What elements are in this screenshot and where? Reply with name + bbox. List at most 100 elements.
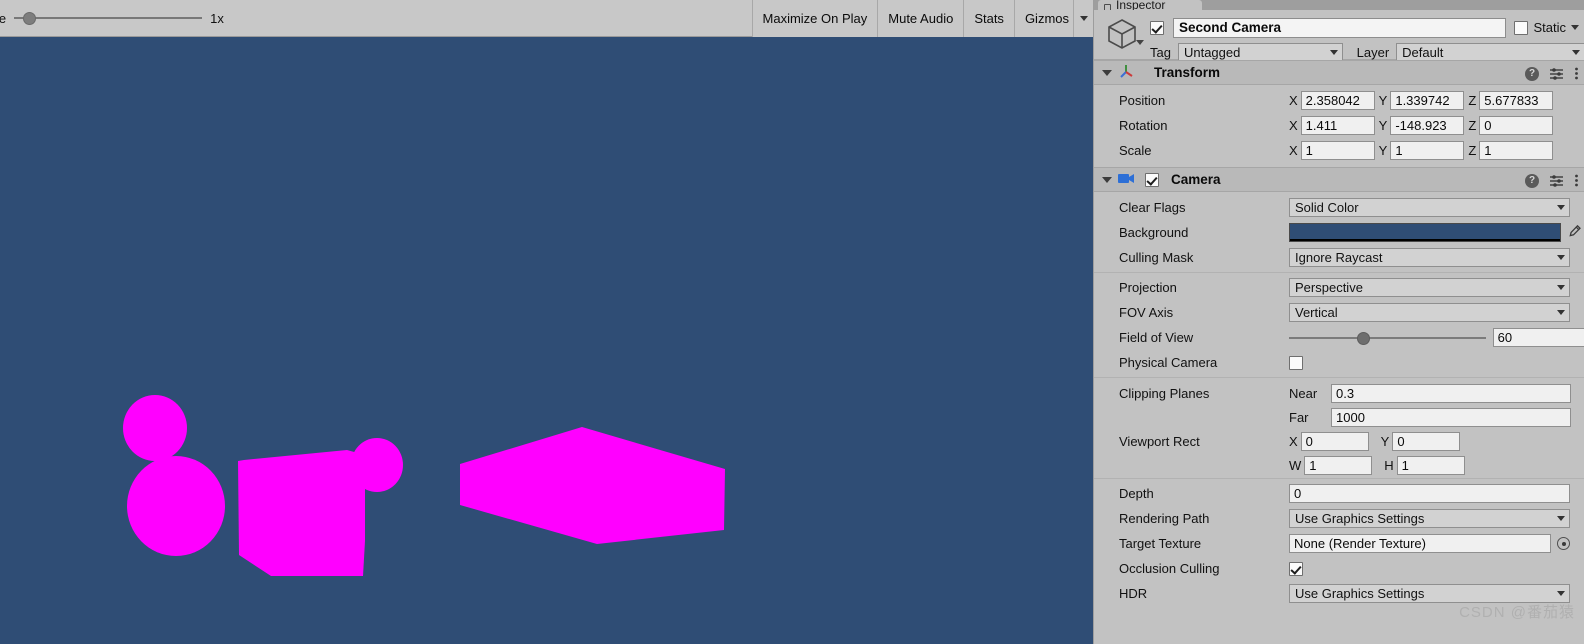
position-y-label: Y (1378, 93, 1388, 108)
clear-flags-label: Clear Flags (1119, 200, 1186, 215)
camera-component-header[interactable]: Camera ? (1094, 167, 1584, 192)
field-of-view-value: 60 (1497, 330, 1513, 345)
fov-axis-value: Vertical (1295, 305, 1338, 320)
hdr-dropdown[interactable]: Use Graphics Settings (1289, 584, 1570, 603)
rotation-z-input[interactable]: 0 (1479, 116, 1554, 135)
rotation-z-value: 0 (1484, 118, 1492, 133)
viewport-w-label: W (1289, 458, 1302, 473)
gameobject-name-value: Second Camera (1179, 20, 1282, 35)
rendering-path-dropdown[interactable]: Use Graphics Settings (1289, 509, 1570, 528)
chevron-down-icon (1557, 516, 1565, 521)
camera-enabled-checkbox[interactable] (1145, 172, 1159, 187)
gizmos-button[interactable]: Gizmos (1013, 0, 1073, 37)
clear-flags-dropdown[interactable]: Solid Color (1289, 198, 1570, 217)
maximize-on-play-button[interactable]: Maximize On Play (751, 0, 878, 37)
culling-mask-value: Ignore Raycast (1295, 250, 1383, 265)
far-input[interactable]: 1000 (1331, 408, 1571, 427)
scale-slider[interactable] (14, 11, 203, 25)
viewport-x-input[interactable]: 0 (1300, 432, 1369, 451)
fov-slider-knob[interactable] (1357, 331, 1370, 345)
viewport-w-input[interactable]: 1 (1304, 456, 1373, 475)
game-render-canvas[interactable] (0, 37, 1093, 644)
near-label: Near (1289, 386, 1318, 401)
physical-camera-checkbox[interactable] (1289, 355, 1303, 370)
scale-x-input[interactable]: 1 (1300, 141, 1375, 160)
help-icon[interactable]: ? (1525, 173, 1539, 188)
rendering-path-row: Rendering Path Use Graphics Settings (1094, 506, 1584, 531)
viewport-y-value: 0 (1397, 434, 1405, 449)
gameobject-name-input[interactable]: Second Camera (1173, 17, 1507, 38)
depth-input[interactable]: 0 (1289, 484, 1570, 503)
static-dropdown-icon[interactable] (1571, 25, 1579, 30)
depth-value: 0 (1294, 486, 1302, 501)
position-y-input[interactable]: 1.339742 (1390, 91, 1465, 110)
scale-z-value: 1 (1484, 143, 1492, 158)
layer-value: Default (1402, 44, 1444, 60)
tab-inspector[interactable]: Inspector (1098, 0, 1202, 10)
scale-x-label: X (1289, 143, 1298, 158)
gameobject-icon-dropdown[interactable] (1136, 40, 1144, 45)
culling-mask-dropdown[interactable]: Ignore Raycast (1289, 248, 1570, 267)
viewport-h-input[interactable]: 1 (1396, 456, 1465, 475)
field-of-view-label: Field of View (1119, 330, 1194, 345)
tag-label: Tag (1150, 44, 1171, 60)
rotation-z-label: Z (1468, 118, 1477, 133)
more-options-icon[interactable] (1574, 173, 1579, 188)
transform-properties: Position X 2.358042 Y 1.339742 Z 5.67783… (1094, 85, 1584, 167)
projection-dropdown[interactable]: Perspective (1289, 278, 1570, 297)
clipping-planes-row: Clipping Planes Near 0.3 Far 1000 (1094, 380, 1584, 428)
transform-header-icons: ? (1525, 61, 1579, 86)
rotation-y-input[interactable]: -148.923 (1390, 116, 1465, 135)
fov-axis-dropdown[interactable]: Vertical (1289, 303, 1570, 322)
near-input[interactable]: 0.3 (1331, 384, 1571, 403)
game-view-panel: le 1x Maximize On Play Mute Audio Stats … (0, 0, 1093, 644)
gameobject-enabled-checkbox[interactable] (1150, 20, 1164, 35)
viewport-h-value: 1 (1401, 458, 1409, 473)
eyedropper-icon[interactable] (1567, 224, 1582, 242)
viewport-y-input[interactable]: 0 (1392, 432, 1461, 451)
near-value: 0.3 (1336, 386, 1355, 401)
rotation-x-input[interactable]: 1.411 (1300, 116, 1375, 135)
rotation-y-value: -148.923 (1395, 118, 1447, 133)
transform-component-header[interactable]: Transform ? (1094, 60, 1584, 85)
static-checkbox[interactable] (1514, 20, 1529, 35)
viewport-h-label: H (1384, 458, 1394, 473)
stats-button[interactable]: Stats (963, 0, 1014, 37)
field-of-view-slider[interactable] (1289, 331, 1486, 345)
viewport-x-value: 0 (1305, 434, 1313, 449)
chevron-down-icon (1557, 205, 1565, 210)
tag-dropdown[interactable]: Untagged (1177, 43, 1343, 61)
preset-icon[interactable] (1549, 66, 1564, 81)
position-z-input[interactable]: 5.677833 (1479, 91, 1554, 110)
position-z-value: 5.677833 (1484, 93, 1539, 108)
target-texture-input[interactable]: None (Render Texture) (1289, 534, 1551, 553)
occlusion-culling-row: Occlusion Culling (1094, 556, 1584, 581)
static-control[interactable]: Static (1514, 20, 1579, 35)
divider (1094, 478, 1584, 479)
transform-foldout-icon[interactable] (1102, 69, 1112, 76)
camera-foldout-icon[interactable] (1102, 176, 1112, 183)
fov-slider-track (1289, 336, 1486, 339)
mute-audio-button[interactable]: Mute Audio (877, 0, 964, 37)
preset-icon[interactable] (1549, 173, 1564, 188)
viewport-rect-row: Viewport Rect X 0 Y 0 W 1 H 1 (1094, 428, 1584, 476)
occlusion-culling-label: Occlusion Culling (1119, 561, 1220, 576)
scale-slider-knob[interactable] (23, 12, 37, 25)
field-of-view-input[interactable]: 60 (1492, 328, 1584, 347)
position-x-input[interactable]: 2.358042 (1300, 91, 1375, 110)
layer-dropdown[interactable]: Default (1396, 43, 1584, 61)
help-icon[interactable]: ? (1525, 66, 1539, 81)
more-options-icon[interactable] (1574, 66, 1579, 81)
layer-label: Layer (1356, 44, 1390, 60)
background-color-swatch[interactable] (1289, 223, 1561, 242)
scale-y-input[interactable]: 1 (1390, 141, 1465, 160)
occlusion-culling-checkbox[interactable] (1289, 561, 1303, 576)
rendered-scene (123, 395, 725, 576)
chevron-down-icon (1079, 15, 1088, 21)
fov-axis-row: FOV Axis Vertical (1094, 300, 1584, 325)
scale-z-input[interactable]: 1 (1479, 141, 1554, 160)
gizmos-dropdown-button[interactable] (1073, 0, 1093, 37)
object-picker-icon[interactable] (1557, 537, 1570, 550)
rendering-path-value: Use Graphics Settings (1295, 511, 1425, 526)
scale-y-value: 1 (1395, 143, 1403, 158)
